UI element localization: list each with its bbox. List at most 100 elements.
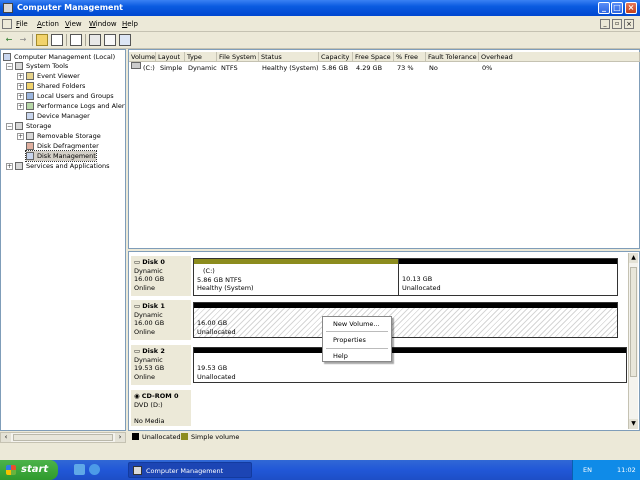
start-button[interactable]: start (0, 460, 58, 480)
disk-1-unallocated[interactable]: 16.00 GB Unallocated (193, 302, 618, 338)
expand-icon[interactable]: + (17, 103, 24, 110)
unallocated-bar (399, 259, 617, 264)
mdi-restore-icon[interactable]: ▫ (612, 19, 622, 29)
mmc-icon[interactable] (2, 19, 12, 29)
disk-2-label[interactable]: ▭ Disk 2 Dynamic 19.53 GB Online (131, 345, 191, 385)
expand-icon[interactable]: + (17, 83, 24, 90)
volume-capacity: 5.86 GB (322, 64, 349, 72)
tree-item-performance-logs[interactable]: Performance Logs and Alerts (26, 101, 125, 111)
menu-action[interactable]: Action (37, 20, 59, 28)
column-header-volume[interactable]: Volume (129, 52, 156, 62)
column-header-capacity[interactable]: Capacity (319, 52, 353, 62)
quicklaunch-ie-icon[interactable] (89, 464, 100, 475)
disk-0-label[interactable]: ▭ Disk 0 Dynamic 16.00 GB Online (131, 256, 191, 296)
column-header-file-system[interactable]: File System (217, 52, 259, 62)
maximize-button[interactable]: □ (611, 2, 623, 14)
column-header-free-space[interactable]: Free Space (353, 52, 394, 62)
column-header-status[interactable]: Status (259, 52, 319, 62)
menu-file[interactable]: File (16, 20, 28, 28)
volume-overhead: 0% (482, 64, 493, 72)
legend-unallocated: Unallocated (142, 433, 181, 441)
volume-file-system: NTFS (221, 64, 238, 72)
clock[interactable]: 11:02 (617, 466, 636, 474)
tree-item-disk-management[interactable]: Disk Management (25, 150, 97, 162)
taskbar-item-computer-management[interactable]: Computer Management (128, 462, 252, 478)
minimize-button[interactable]: _ (598, 2, 610, 14)
mdi-minimize-icon[interactable]: _ (600, 19, 610, 29)
export-list-icon[interactable] (104, 34, 116, 46)
column-header-overhead[interactable]: Overhead (479, 52, 640, 62)
cdrom-0-label[interactable]: ◉ CD-ROM 0 DVD (D:) No Media (131, 390, 191, 426)
scroll-up-icon[interactable]: ▲ (629, 253, 638, 263)
scroll-thumb[interactable] (13, 434, 113, 441)
menu-item-new-volume[interactable]: New Volume... (333, 320, 380, 328)
partition-c[interactable]: (C:) 5.86 GB NTFS Healthy (System) (193, 258, 399, 296)
shared-folder-icon (26, 82, 34, 90)
scroll-left-icon[interactable]: ‹ (1, 433, 11, 442)
simple-volume-bar (194, 259, 398, 264)
menu-window[interactable]: Window (89, 20, 117, 28)
show-hide-tree-icon[interactable] (51, 34, 63, 46)
volume-layout: Simple (160, 64, 183, 72)
title-bar[interactable]: Computer Management _ □ × (0, 0, 640, 16)
console-tree[interactable]: Computer Management (Local) − System Too… (0, 49, 126, 431)
disk-2-unallocated[interactable]: 19.53 GB Unallocated (193, 347, 627, 383)
column-header-layout[interactable]: Layout (156, 52, 185, 62)
storage-icon (15, 122, 23, 130)
quicklaunch-desktop-icon[interactable] (74, 464, 85, 475)
expand-icon[interactable]: + (17, 93, 24, 100)
properties-icon[interactable] (70, 34, 82, 46)
expand-icon[interactable]: + (17, 73, 24, 80)
disk-0-unallocated[interactable]: 10.13 GB Unallocated (398, 258, 618, 296)
volume-list[interactable]: Volume Layout Type File System Status Ca… (128, 49, 640, 249)
scroll-thumb[interactable] (630, 267, 637, 377)
tree-item-local-users[interactable]: Local Users and Groups (26, 91, 114, 101)
computer-management-icon (3, 3, 13, 13)
collapse-icon[interactable]: − (6, 123, 13, 130)
toolbar: ← → (0, 32, 640, 49)
tree-item-disk-defragmenter[interactable]: Disk Defragmenter (26, 141, 99, 151)
column-header-fault-tolerance[interactable]: Fault Tolerance (426, 52, 479, 62)
toolbar-separator (85, 34, 86, 46)
toolbar-separator (32, 34, 33, 46)
language-indicator[interactable]: EN (583, 466, 592, 474)
menu-help[interactable]: Help (122, 20, 138, 28)
close-button[interactable]: × (625, 2, 637, 14)
tree-item-shared-folders[interactable]: Shared Folders (26, 81, 85, 91)
column-header-type[interactable]: Type (185, 52, 217, 62)
menu-item-help[interactable]: Help (333, 352, 348, 360)
toolbar-separator (66, 34, 67, 46)
disk-1-label[interactable]: ▭ Disk 1 Dynamic 16.00 GB Online (131, 300, 191, 340)
disk-management-icon (26, 152, 34, 160)
tree-item-storage[interactable]: Storage (15, 121, 51, 131)
volume-name[interactable]: (C:) (143, 64, 155, 72)
menu-view[interactable]: View (65, 20, 82, 28)
disk-icon: ▭ (134, 302, 141, 310)
disk-vertical-scrollbar[interactable]: ▲ ▼ (628, 253, 638, 429)
scroll-right-icon[interactable]: › (115, 433, 125, 442)
back-arrow-icon[interactable]: ← (3, 34, 15, 46)
removable-storage-icon (26, 132, 34, 140)
tree-item-device-manager[interactable]: Device Manager (26, 111, 90, 121)
expand-icon[interactable]: + (6, 163, 13, 170)
expand-icon[interactable]: + (17, 133, 24, 140)
disk-settings-icon[interactable] (119, 34, 131, 46)
scroll-down-icon[interactable]: ▼ (629, 419, 638, 429)
tree-item-services-applications[interactable]: Services and Applications (15, 161, 109, 171)
volume-free-space: 4.29 GB (356, 64, 383, 72)
volume-type: Dynamic (188, 64, 217, 72)
tree-item-removable-storage[interactable]: Removable Storage (26, 131, 101, 141)
unallocated-bar (194, 348, 626, 353)
tree-item-system-tools[interactable]: System Tools (15, 61, 68, 71)
column-header-percent-free[interactable]: % Free (394, 52, 426, 62)
forward-arrow-icon[interactable]: → (17, 34, 29, 46)
tree-item-event-viewer[interactable]: Event Viewer (26, 71, 80, 81)
collapse-icon[interactable]: − (6, 63, 13, 70)
mdi-close-icon[interactable]: × (624, 19, 634, 29)
help-book-icon[interactable] (89, 34, 101, 46)
up-folder-icon[interactable] (36, 34, 48, 46)
simple-volume-swatch (181, 433, 188, 440)
tree-horizontal-scrollbar[interactable]: ‹ › (0, 432, 126, 443)
menu-item-properties[interactable]: Properties (333, 336, 366, 344)
performance-icon (26, 102, 34, 110)
